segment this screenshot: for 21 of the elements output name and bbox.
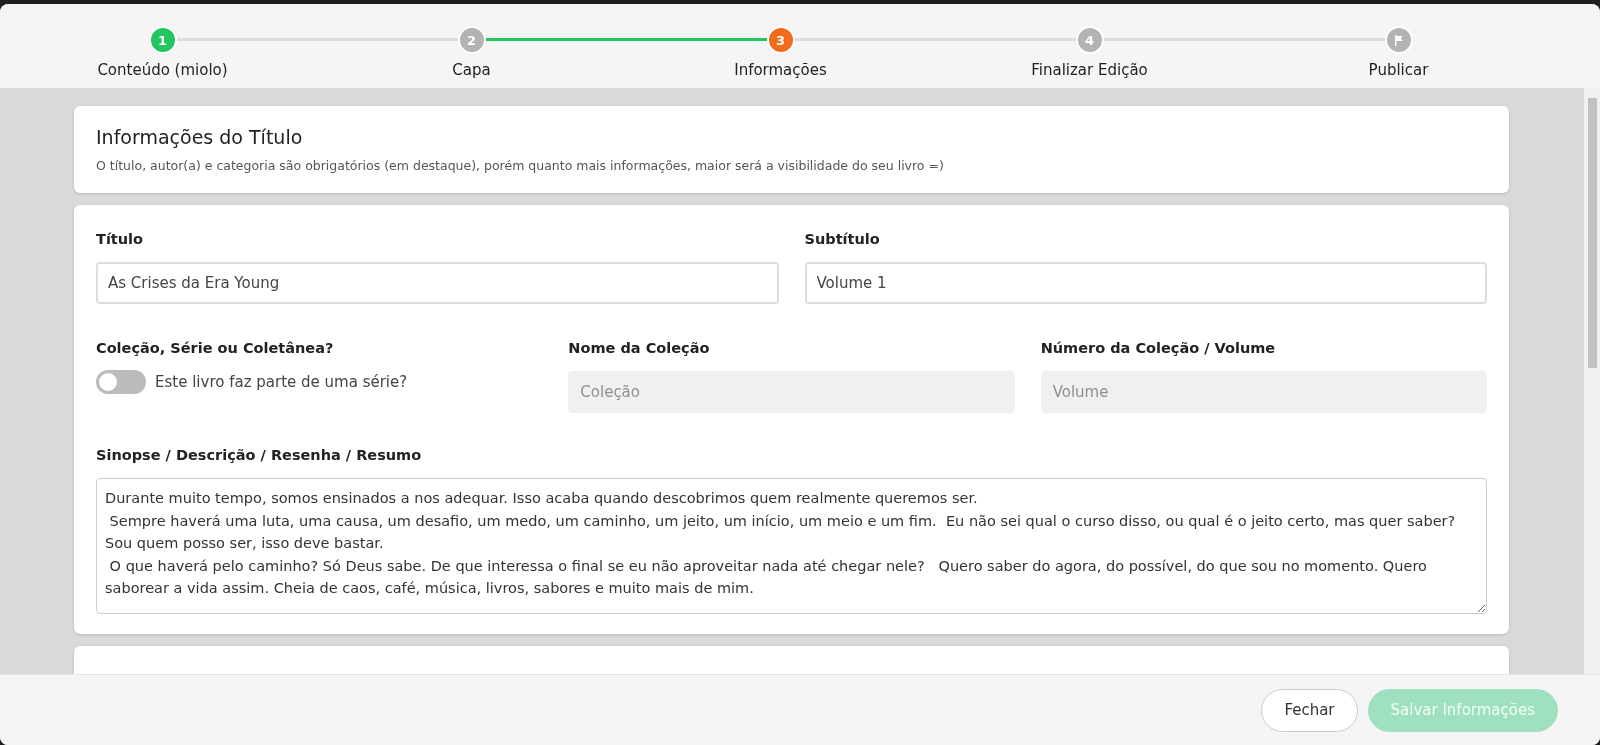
scrollbar[interactable] xyxy=(1584,88,1600,674)
field-label: Número da Coleção / Volume xyxy=(1040,340,1277,356)
text-field[interactable]: Volume 1 xyxy=(804,262,1487,304)
text-field[interactable]: As Crises da Era Young xyxy=(96,262,779,304)
close-button[interactable]: Fechar xyxy=(1261,688,1358,732)
toggle-switch[interactable] xyxy=(96,370,146,394)
flag-icon[interactable] xyxy=(1384,26,1413,54)
step-label[interactable]: Conteúdo (miolo) xyxy=(97,61,228,79)
step-label[interactable]: Informações xyxy=(734,61,827,79)
step-label[interactable]: Publicar xyxy=(1368,61,1429,79)
field-label: Sinopse / Descrição / Resenha / Resumo xyxy=(96,447,423,463)
field-label: Título xyxy=(96,231,145,247)
field-label: Coleção, Série ou Coletânea? xyxy=(96,340,335,356)
section-title: Informações do Título xyxy=(96,126,304,148)
field-label: Nome da Coleção xyxy=(568,340,711,356)
step-label[interactable]: Finalizar Edição xyxy=(1031,61,1148,79)
section-description: O título, autor(a) e categoria são obrigatórios (em destaque), porém quanto mais informações, maior será a visibilidade do seu livro =) xyxy=(96,158,945,173)
step-label[interactable]: Capa xyxy=(452,61,491,79)
field-label: Subtítulo xyxy=(804,231,881,247)
description-field[interactable]: Durante muito tempo, somos ensinados a nos adequar. Isso acaba quando descobrimos quem realmente queremos ser. Sempre haverá uma luta, uma causa, um desafio, um medo, um caminho, um jeito, um início, um meio e um fim. Eu não sei qual o curso disso, ou qual é o jeito certo, mas quer saber? Sou quem posso ser, isso deve bastar. O que haverá pelo caminho? Só Deus sabe. De que interessa o final se eu não aproveitar nada até chegar nele? Quero saber do agora, do possível, do que sou no momento. Quero saborear a vida assim. Cheia de caos, café, música, livros, sabores e muito mais de mim. xyxy=(96,478,1487,614)
toggle-label: Este livro faz parte de uma série? xyxy=(155,373,408,391)
